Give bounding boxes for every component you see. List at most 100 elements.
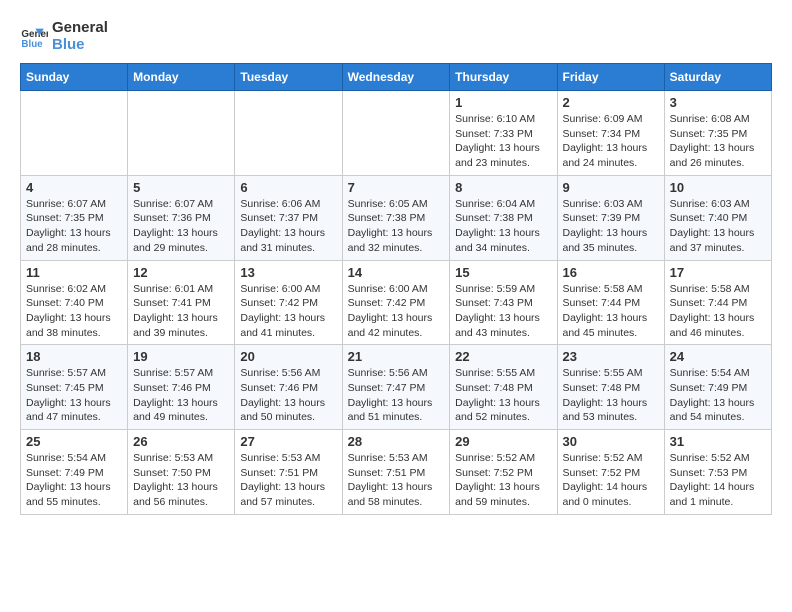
day-info: Sunrise: 5:59 AM Sunset: 7:43 PM Dayligh… <box>455 282 551 341</box>
day-number: 27 <box>240 434 336 449</box>
day-cell: 25Sunrise: 5:54 AM Sunset: 7:49 PM Dayli… <box>21 430 128 515</box>
day-cell: 7 Sunrise: 6:05 AM Sunset: 7:38 PM Daylig… <box>342 175 450 260</box>
day-header-tuesday: Tuesday <box>235 64 342 91</box>
day-cell: 22 Sunrise: 5:55 AM Sunset: 7:48 PM Dayli… <box>450 345 557 430</box>
day-number: 23 <box>563 349 659 364</box>
day-number: 12 <box>133 265 229 280</box>
day-number: 17 <box>670 265 766 280</box>
day-cell: 10 Sunrise: 6:03 AM Sunset: 7:40 PM Dayli… <box>664 175 771 260</box>
day-info: Sunrise: 6:01 AM Sunset: 7:41 PM Dayligh… <box>133 282 229 341</box>
day-info: Sunrise: 6:00 AM Sunset: 7:42 PM Dayligh… <box>240 282 336 341</box>
day-info: Sunrise: 6:07 AM Sunset: 7:36 PM Dayligh… <box>133 197 229 256</box>
day-info: Sunrise: 5:52 AM Sunset: 7:52 PM Dayligh… <box>563 451 659 510</box>
day-cell: 19Sunrise: 5:57 AM Sunset: 7:46 PM Dayli… <box>128 345 235 430</box>
day-number: 8 <box>455 180 551 195</box>
day-info: Sunrise: 5:53 AM Sunset: 7:51 PM Dayligh… <box>348 451 445 510</box>
day-number: 18 <box>26 349 122 364</box>
day-number: 22 <box>455 349 551 364</box>
day-info: Sunrise: 6:08 AM Sunset: 7:35 PM Dayligh… <box>670 112 766 171</box>
day-number: 10 <box>670 180 766 195</box>
day-number: 3 <box>670 95 766 110</box>
day-number: 24 <box>670 349 766 364</box>
day-cell: 2Sunrise: 6:09 AM Sunset: 7:34 PM Daylig… <box>557 91 664 176</box>
day-number: 21 <box>348 349 445 364</box>
logo-icon: General Blue <box>20 23 48 51</box>
day-cell: 5 Sunrise: 6:07 AM Sunset: 7:36 PM Daylig… <box>128 175 235 260</box>
day-cell: 18 Sunrise: 5:57 AM Sunset: 7:45 PM Dayli… <box>21 345 128 430</box>
logo-blue: Blue <box>52 37 108 54</box>
day-info: Sunrise: 6:07 AM Sunset: 7:35 PM Dayligh… <box>26 197 122 256</box>
day-cell: 30 Sunrise: 5:52 AM Sunset: 7:52 PM Dayli… <box>557 430 664 515</box>
svg-text:Blue: Blue <box>21 38 43 49</box>
day-cell: 13Sunrise: 6:00 AM Sunset: 7:42 PM Dayli… <box>235 260 342 345</box>
day-info: Sunrise: 6:05 AM Sunset: 7:38 PM Dayligh… <box>348 197 445 256</box>
day-cell: 21Sunrise: 5:56 AM Sunset: 7:47 PM Dayli… <box>342 345 450 430</box>
day-info: Sunrise: 5:53 AM Sunset: 7:50 PM Dayligh… <box>133 451 229 510</box>
day-header-wednesday: Wednesday <box>342 64 450 91</box>
header: General Blue General Blue <box>20 20 772 53</box>
day-number: 30 <box>563 434 659 449</box>
day-info: Sunrise: 6:09 AM Sunset: 7:34 PM Dayligh… <box>563 112 659 171</box>
logo-general: General <box>52 20 108 37</box>
day-info: Sunrise: 5:55 AM Sunset: 7:48 PM Dayligh… <box>455 366 551 425</box>
day-cell: 6Sunrise: 6:06 AM Sunset: 7:37 PM Daylig… <box>235 175 342 260</box>
day-cell: 8 Sunrise: 6:04 AM Sunset: 7:38 PM Daylig… <box>450 175 557 260</box>
calendar-table: SundayMondayTuesdayWednesdayThursdayFrid… <box>20 63 772 515</box>
day-info: Sunrise: 6:10 AM Sunset: 7:33 PM Dayligh… <box>455 112 551 171</box>
day-header-monday: Monday <box>128 64 235 91</box>
day-cell: 3 Sunrise: 6:08 AM Sunset: 7:35 PM Daylig… <box>664 91 771 176</box>
week-row-5: 25Sunrise: 5:54 AM Sunset: 7:49 PM Dayli… <box>21 430 772 515</box>
day-info: Sunrise: 5:58 AM Sunset: 7:44 PM Dayligh… <box>670 282 766 341</box>
day-cell: 15Sunrise: 5:59 AM Sunset: 7:43 PM Dayli… <box>450 260 557 345</box>
day-cell: 28 Sunrise: 5:53 AM Sunset: 7:51 PM Dayli… <box>342 430 450 515</box>
week-row-4: 18 Sunrise: 5:57 AM Sunset: 7:45 PM Dayli… <box>21 345 772 430</box>
day-number: 14 <box>348 265 445 280</box>
day-number: 29 <box>455 434 551 449</box>
day-cell: 29 Sunrise: 5:52 AM Sunset: 7:52 PM Dayli… <box>450 430 557 515</box>
day-number: 9 <box>563 180 659 195</box>
day-number: 4 <box>26 180 122 195</box>
day-cell <box>128 91 235 176</box>
day-number: 7 <box>348 180 445 195</box>
day-headers: SundayMondayTuesdayWednesdayThursdayFrid… <box>21 64 772 91</box>
week-row-2: 4 Sunrise: 6:07 AM Sunset: 7:35 PM Daylig… <box>21 175 772 260</box>
day-cell: 24 Sunrise: 5:54 AM Sunset: 7:49 PM Dayli… <box>664 345 771 430</box>
day-info: Sunrise: 5:57 AM Sunset: 7:45 PM Dayligh… <box>26 366 122 425</box>
day-header-sunday: Sunday <box>21 64 128 91</box>
day-number: 26 <box>133 434 229 449</box>
day-cell: 26 Sunrise: 5:53 AM Sunset: 7:50 PM Dayli… <box>128 430 235 515</box>
day-number: 16 <box>563 265 659 280</box>
day-info: Sunrise: 6:06 AM Sunset: 7:37 PM Dayligh… <box>240 197 336 256</box>
logo: General Blue General Blue <box>20 20 108 53</box>
day-cell: 11Sunrise: 6:02 AM Sunset: 7:40 PM Dayli… <box>21 260 128 345</box>
day-cell <box>235 91 342 176</box>
day-number: 20 <box>240 349 336 364</box>
day-info: Sunrise: 5:54 AM Sunset: 7:49 PM Dayligh… <box>670 366 766 425</box>
day-cell: 23 Sunrise: 5:55 AM Sunset: 7:48 PM Dayli… <box>557 345 664 430</box>
day-cell: 16 Sunrise: 5:58 AM Sunset: 7:44 PM Dayli… <box>557 260 664 345</box>
week-row-3: 11Sunrise: 6:02 AM Sunset: 7:40 PM Dayli… <box>21 260 772 345</box>
day-cell <box>342 91 450 176</box>
day-info: Sunrise: 6:04 AM Sunset: 7:38 PM Dayligh… <box>455 197 551 256</box>
day-info: Sunrise: 5:57 AM Sunset: 7:46 PM Dayligh… <box>133 366 229 425</box>
day-info: Sunrise: 5:54 AM Sunset: 7:49 PM Dayligh… <box>26 451 122 510</box>
day-cell: 31Sunrise: 5:52 AM Sunset: 7:53 PM Dayli… <box>664 430 771 515</box>
day-info: Sunrise: 6:03 AM Sunset: 7:40 PM Dayligh… <box>670 197 766 256</box>
day-info: Sunrise: 5:55 AM Sunset: 7:48 PM Dayligh… <box>563 366 659 425</box>
day-info: Sunrise: 5:58 AM Sunset: 7:44 PM Dayligh… <box>563 282 659 341</box>
week-row-1: 1 Sunrise: 6:10 AM Sunset: 7:33 PM Daylig… <box>21 91 772 176</box>
day-header-thursday: Thursday <box>450 64 557 91</box>
day-info: Sunrise: 5:52 AM Sunset: 7:52 PM Dayligh… <box>455 451 551 510</box>
day-cell: 27Sunrise: 5:53 AM Sunset: 7:51 PM Dayli… <box>235 430 342 515</box>
day-number: 1 <box>455 95 551 110</box>
day-info: Sunrise: 5:56 AM Sunset: 7:46 PM Dayligh… <box>240 366 336 425</box>
day-cell <box>21 91 128 176</box>
day-info: Sunrise: 6:03 AM Sunset: 7:39 PM Dayligh… <box>563 197 659 256</box>
day-number: 11 <box>26 265 122 280</box>
day-cell: 12 Sunrise: 6:01 AM Sunset: 7:41 PM Dayli… <box>128 260 235 345</box>
day-cell: 4 Sunrise: 6:07 AM Sunset: 7:35 PM Daylig… <box>21 175 128 260</box>
day-number: 28 <box>348 434 445 449</box>
day-cell: 14Sunrise: 6:00 AM Sunset: 7:42 PM Dayli… <box>342 260 450 345</box>
day-number: 5 <box>133 180 229 195</box>
day-cell: 1 Sunrise: 6:10 AM Sunset: 7:33 PM Daylig… <box>450 91 557 176</box>
